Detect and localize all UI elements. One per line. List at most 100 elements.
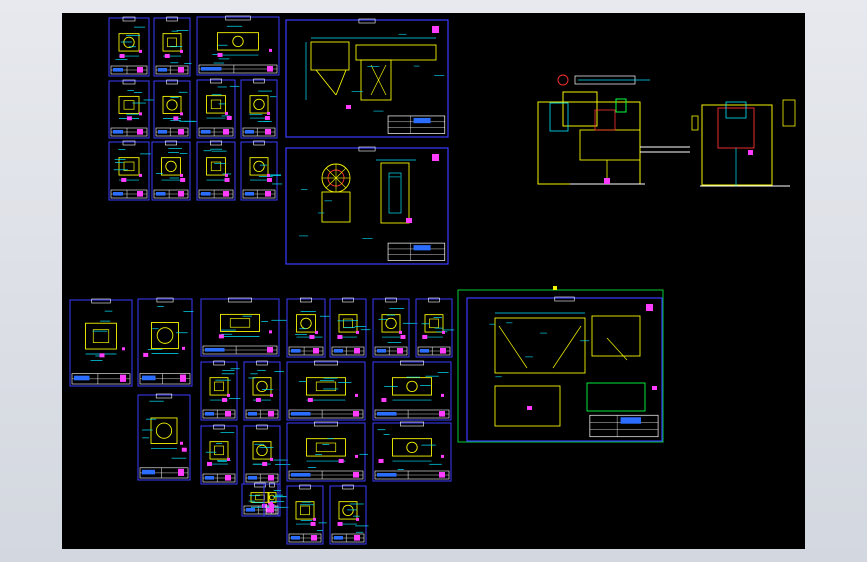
side-view [701, 104, 773, 186]
revision-mark [311, 535, 317, 541]
note-dot [400, 334, 406, 339]
title-fill [377, 412, 397, 416]
bore-circle [256, 444, 268, 457]
revision-mark [268, 475, 274, 481]
title-fill [201, 130, 211, 134]
part-feature [214, 445, 224, 456]
cad-canvas[interactable] [62, 13, 805, 549]
revision-mark [178, 67, 184, 73]
part-outline [162, 33, 182, 52]
revision-mark [354, 348, 360, 354]
note-dot [604, 178, 610, 184]
bore-circle [253, 98, 265, 111]
note-dot [309, 334, 315, 339]
revision-mark [178, 191, 184, 197]
note-dot [313, 517, 316, 521]
part-outline [220, 313, 260, 332]
title-fill [291, 536, 300, 540]
note-dot [180, 177, 186, 182]
part-outline [494, 317, 586, 374]
title-fill [156, 192, 166, 196]
part-outline [306, 438, 346, 457]
gear-block [594, 109, 616, 131]
bore-circle [232, 35, 244, 48]
part-outline [321, 191, 351, 223]
note-dot [182, 346, 185, 350]
revision-mark [267, 347, 273, 353]
part-outline [249, 95, 269, 114]
title-fill [205, 348, 225, 352]
title-fill [413, 245, 431, 251]
title-fill [205, 476, 214, 480]
origin-marker [553, 286, 557, 290]
part-outline [381, 314, 401, 333]
part-feature [167, 37, 177, 48]
part-outline [586, 382, 646, 412]
bore-circle [269, 494, 275, 501]
revision-mark [439, 472, 445, 478]
machine-assembly [537, 101, 641, 185]
note-dot [180, 112, 183, 116]
drawing-sheets [69, 15, 796, 545]
note-dot [378, 458, 384, 463]
drawing-sheet [196, 16, 280, 76]
note-dot [255, 397, 261, 402]
part-outline [252, 377, 272, 396]
title-fill [201, 67, 222, 71]
note-dot [346, 105, 351, 109]
part-feature [388, 172, 402, 214]
part-outline [162, 95, 182, 114]
bore-circle [385, 317, 397, 330]
revision-mark [137, 191, 143, 197]
title-fill [334, 536, 343, 540]
note-dot [262, 461, 268, 466]
revision-mark [397, 348, 403, 354]
control-box [615, 98, 627, 113]
part-outline [296, 314, 316, 333]
title-fill [113, 130, 123, 134]
part-outline [380, 162, 410, 224]
note-dot [270, 457, 273, 461]
note-dot [227, 457, 230, 461]
bore-circle [342, 504, 354, 517]
note-dot [441, 393, 444, 397]
note-dot [139, 173, 142, 177]
part-outline [151, 322, 179, 350]
title-fill [248, 476, 257, 480]
note-dot [356, 517, 359, 521]
part-feature [229, 318, 251, 328]
note-dot [399, 330, 402, 334]
revision-mark [137, 129, 143, 135]
note-dot [337, 521, 343, 526]
part-outline [249, 157, 269, 176]
title-fill [413, 117, 431, 124]
part-outline [206, 95, 226, 114]
note-dot [338, 458, 344, 463]
part-outline [161, 157, 181, 176]
part-feature [123, 161, 135, 172]
revision-mark [353, 411, 359, 417]
drawing-sheet [137, 298, 193, 387]
side-clamp [691, 115, 699, 131]
part-outline [217, 32, 259, 51]
bore-circle [156, 327, 174, 344]
revision-mark [267, 66, 273, 72]
drawing-sheet [372, 298, 410, 358]
part-outline [591, 315, 641, 357]
note-dot [266, 177, 272, 182]
title-fill [201, 192, 211, 196]
title-fill [158, 68, 167, 72]
drawing-sheet [137, 394, 191, 481]
title-fill [246, 508, 255, 512]
side-housing [717, 107, 755, 149]
note-dot [227, 393, 230, 397]
revision-mark [439, 411, 445, 417]
part-outline [209, 441, 229, 460]
note-dot [180, 49, 183, 53]
revision-mark [178, 129, 184, 135]
note-dot [121, 177, 127, 182]
part-feature [429, 318, 439, 329]
note-dot [181, 447, 187, 452]
bore-circle [253, 160, 265, 173]
note-dot [225, 173, 228, 177]
